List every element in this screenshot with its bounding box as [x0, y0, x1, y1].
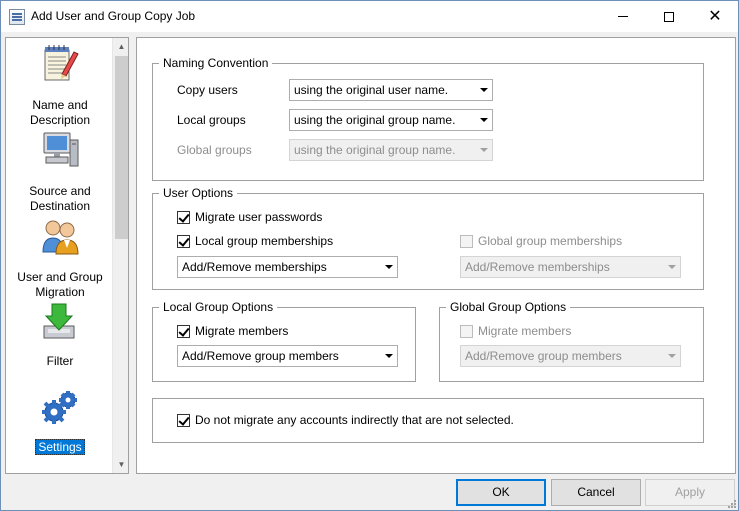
copy-users-select[interactable]: using the original user name. [289, 79, 493, 101]
close-icon: ✕ [708, 8, 722, 25]
migrate-passwords-label: Migrate user passwords [195, 210, 323, 224]
global-groups-value: using the original group name. [294, 143, 456, 157]
local-memberships-checkbox[interactable]: Local group memberships [177, 234, 377, 249]
group-legend: Global Group Options [446, 300, 571, 315]
ok-button[interactable]: OK [456, 479, 546, 506]
maximize-icon [664, 11, 674, 22]
dialog-window: Add User and Group Copy Job ✕ Name and D… [0, 0, 739, 511]
apply-button[interactable]: Apply [645, 479, 735, 506]
sidebar-item-label: Settings [35, 439, 85, 455]
no-indirect-migration-checkbox[interactable]: Do not migrate any accounts indirectly t… [177, 413, 677, 428]
checkbox-checked-icon [177, 235, 190, 248]
checkbox-checked-icon [177, 414, 190, 427]
indirect-accounts-group: Do not migrate any accounts indirectly t… [152, 398, 704, 443]
global-memberships-mode-select[interactable]: Add/Remove memberships [460, 256, 681, 278]
notepad-pencil-icon [44, 45, 79, 81]
computer-icon [43, 132, 79, 167]
chevron-down-icon [475, 140, 492, 160]
chevron-down-icon [475, 80, 492, 100]
sidebar-item-label: Migration [35, 285, 85, 299]
sidebar-item-label: User and Group [17, 270, 103, 284]
title-bar: Add User and Group Copy Job ✕ [1, 1, 738, 32]
copy-users-label: Copy users [177, 83, 238, 97]
global-memberships-mode-value: Add/Remove memberships [465, 260, 610, 274]
copy-users-value: using the original user name. [294, 83, 449, 97]
sidebar-item-label: Source and [29, 184, 91, 198]
filter-download-icon [43, 303, 75, 339]
window-title: Add User and Group Copy Job [31, 9, 196, 23]
local-members-mode-value: Add/Remove group members [182, 349, 339, 363]
sidebar-item-label: Destination [29, 199, 91, 213]
local-groups-value: using the original group name. [294, 113, 456, 127]
minimize-button[interactable] [600, 1, 646, 32]
scroll-up-button[interactable]: ▲ [113, 38, 128, 55]
maximize-button[interactable] [646, 1, 692, 32]
migrate-passwords-checkbox[interactable]: Migrate user passwords [177, 210, 377, 225]
local-group-options-group: Local Group Options Migrate members Add/… [152, 300, 416, 382]
scroll-down-icon: ▼ [117, 460, 126, 469]
global-memberships-label: Global group memberships [478, 234, 623, 248]
local-memberships-label: Local group memberships [195, 234, 334, 248]
sidebar-item-filter[interactable]: Filter [6, 300, 114, 370]
global-members-mode-value: Add/Remove group members [465, 349, 622, 363]
sidebar-item-label: Name and [32, 98, 88, 112]
no-indirect-migration-label: Do not migrate any accounts indirectly t… [195, 413, 514, 427]
group-legend: Local Group Options [159, 300, 278, 315]
global-memberships-checkbox[interactable]: Global group memberships [460, 234, 660, 249]
local-members-mode-select[interactable]: Add/Remove group members [177, 345, 398, 367]
scroll-thumb[interactable] [115, 56, 128, 239]
sidebar-nav: Name and Description Source and Destinat… [5, 37, 129, 474]
app-window-icon [9, 9, 25, 25]
chevron-down-icon [663, 257, 680, 277]
chevron-down-icon [475, 110, 492, 130]
sidebar-scrollbar[interactable]: ▲ ▼ [112, 38, 128, 473]
sidebar-item-name-description[interactable]: Name and Description [6, 42, 114, 127]
global-group-options-group: Global Group Options Migrate members Add… [439, 300, 704, 382]
sidebar-item-settings[interactable]: Settings [6, 386, 114, 458]
gears-icon [42, 391, 77, 424]
local-migrate-members-checkbox[interactable]: Migrate members [177, 324, 377, 339]
naming-convention-group: Naming Convention Copy users using the o… [152, 56, 704, 181]
local-memberships-mode-select[interactable]: Add/Remove memberships [177, 256, 398, 278]
minimize-icon [618, 16, 628, 18]
checkbox-unchecked-icon [460, 235, 473, 248]
settings-panel: Naming Convention Copy users using the o… [136, 37, 736, 474]
sidebar-item-user-group-migration[interactable]: User and Group Migration [6, 214, 114, 299]
chevron-down-icon [380, 346, 397, 366]
global-groups-select[interactable]: using the original group name. [289, 139, 493, 161]
local-memberships-mode-value: Add/Remove memberships [182, 260, 327, 274]
checkbox-checked-icon [177, 325, 190, 338]
close-button[interactable]: ✕ [692, 1, 738, 32]
local-groups-select[interactable]: using the original group name. [289, 109, 493, 131]
group-legend: Naming Convention [159, 56, 273, 71]
scroll-down-button[interactable]: ▼ [113, 456, 128, 473]
scroll-up-icon: ▲ [117, 42, 126, 51]
user-options-group: User Options Migrate user passwords Loca… [152, 186, 704, 290]
users-icon [42, 220, 79, 255]
resize-grip-icon[interactable] [726, 498, 736, 508]
checkbox-checked-icon [177, 211, 190, 224]
group-legend: User Options [159, 186, 238, 201]
global-migrate-members-checkbox[interactable]: Migrate members [460, 324, 660, 339]
global-migrate-members-label: Migrate members [478, 324, 572, 338]
local-groups-label: Local groups [177, 113, 246, 127]
checkbox-unchecked-icon [460, 325, 473, 338]
sidebar-item-label: Description [29, 113, 91, 127]
local-migrate-members-label: Migrate members [195, 324, 289, 338]
cancel-button[interactable]: Cancel [551, 479, 641, 506]
global-members-mode-select[interactable]: Add/Remove group members [460, 345, 681, 367]
sidebar-item-source-destination[interactable]: Source and Destination [6, 128, 114, 213]
chevron-down-icon [663, 346, 680, 366]
global-groups-label: Global groups [177, 143, 252, 157]
sidebar-item-label: Filter [46, 354, 74, 368]
chevron-down-icon [380, 257, 397, 277]
